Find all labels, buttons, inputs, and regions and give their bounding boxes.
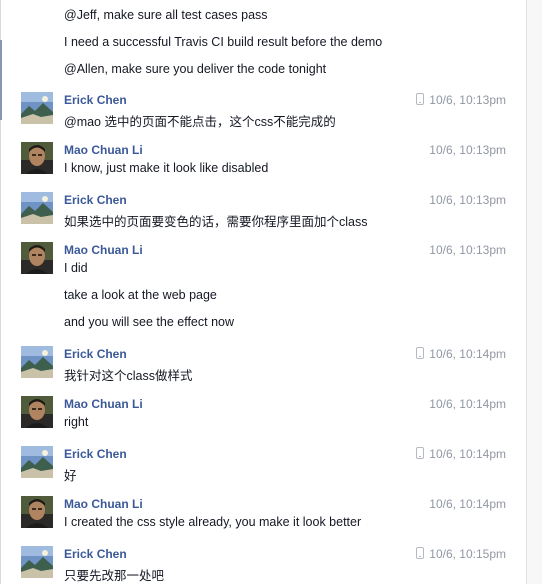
message-text: @Allen, make sure you deliver the code t… <box>64 62 327 76</box>
sender-name[interactable]: Mao Chuan Li <box>64 143 143 157</box>
landscape-avatar[interactable] <box>21 92 53 124</box>
person-avatar[interactable] <box>21 396 53 428</box>
message-text: take a look at the web page <box>64 288 217 302</box>
sender-name[interactable]: Mao Chuan Li <box>64 397 143 411</box>
mobile-phone-icon <box>416 547 425 559</box>
message-timestamp: 10/6, 10:14pm <box>429 397 506 411</box>
message-text: 只要先改那一处吧 <box>64 569 165 583</box>
landscape-avatar[interactable] <box>21 546 53 578</box>
person-avatar[interactable] <box>21 242 53 274</box>
person-avatar[interactable] <box>21 496 53 528</box>
sender-name[interactable]: Erick Chen <box>64 347 127 361</box>
message-text: I know, just make it look like disabled <box>64 161 269 175</box>
message-timestamp: 10/6, 10:14pm <box>429 497 506 511</box>
sender-name[interactable]: Mao Chuan Li <box>64 243 143 257</box>
chat-conversation: @Jeff, make sure all test cases pass I n… <box>0 0 542 584</box>
message-timestamp: 10/6, 10:13pm <box>429 193 506 207</box>
message-text: I did <box>64 261 88 275</box>
message-timestamp: 10/6, 10:14pm <box>416 447 506 461</box>
message-timestamp: 10/6, 10:15pm <box>416 547 506 561</box>
sender-name[interactable]: Erick Chen <box>64 193 127 207</box>
sender-name[interactable]: Erick Chen <box>64 93 127 107</box>
landscape-avatar[interactable] <box>21 192 53 224</box>
sender-name[interactable]: Erick Chen <box>64 447 127 461</box>
message-timestamp: 10/6, 10:14pm <box>416 347 506 361</box>
mobile-phone-icon <box>416 93 425 105</box>
person-avatar[interactable] <box>21 142 53 174</box>
sender-name[interactable]: Erick Chen <box>64 547 127 561</box>
landscape-avatar[interactable] <box>21 446 53 478</box>
panel-left-accent <box>0 40 2 120</box>
landscape-avatar[interactable] <box>21 346 53 378</box>
message-timestamp: 10/6, 10:13pm <box>429 243 506 257</box>
mobile-phone-icon <box>416 447 425 459</box>
sender-name[interactable]: Mao Chuan Li <box>64 497 143 511</box>
mobile-phone-icon <box>416 347 425 359</box>
message-text: 我针对这个class做样式 <box>64 369 193 383</box>
message-timestamp: 10/6, 10:13pm <box>429 143 506 157</box>
scrollbar-track[interactable] <box>527 0 542 584</box>
message-text: and you will see the effect now <box>64 315 235 329</box>
message-timestamp: 10/6, 10:13pm <box>416 93 506 107</box>
message-text: @mao 选中的页面不能点击，这个css不能完成的 <box>64 115 336 129</box>
message-text: 好 <box>64 469 77 483</box>
message-text: I need a successful Travis CI build resu… <box>64 35 383 49</box>
message-text: @Jeff, make sure all test cases pass <box>64 8 268 22</box>
message-text: I created the css style already, you mak… <box>64 515 362 529</box>
message-text: right <box>64 415 89 429</box>
message-text: 如果选中的页面要变色的话，需要你程序里面加个class <box>64 215 368 229</box>
